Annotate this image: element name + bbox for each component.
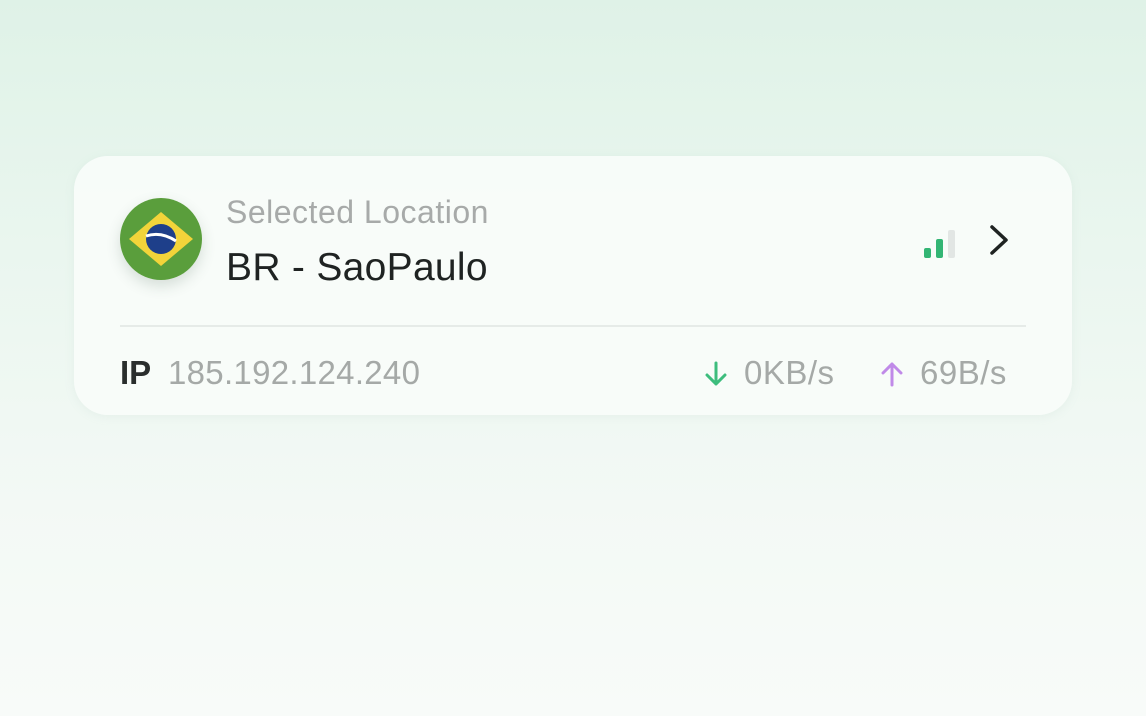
- app-screen: { "location": { "caption": "Selected Loc…: [0, 0, 1146, 716]
- location-card: Selected Location BR - SaoPaulo IP 185.1…: [74, 156, 1072, 415]
- upload-speed: 69B/s: [920, 354, 1007, 391]
- signal-bar-2: [936, 239, 943, 258]
- ip-address: 185.192.124.240: [168, 354, 421, 391]
- selected-location-caption: Selected Location: [226, 194, 489, 230]
- card-divider: [120, 325, 1026, 327]
- ip-label: IP: [120, 354, 152, 391]
- signal-bar-1: [924, 248, 931, 258]
- signal-strength-icon: [924, 230, 955, 258]
- location-name: BR - SaoPaulo: [226, 246, 488, 289]
- brazil-flag-icon: [120, 198, 202, 280]
- arrow-down-icon: [705, 361, 727, 386]
- location-selector[interactable]: Selected Location BR - SaoPaulo: [74, 156, 1072, 326]
- signal-bar-3: [948, 230, 955, 258]
- download-speed: 0KB/s: [744, 354, 835, 391]
- arrow-up-icon: [881, 362, 903, 387]
- chevron-right-icon[interactable]: [984, 222, 1014, 258]
